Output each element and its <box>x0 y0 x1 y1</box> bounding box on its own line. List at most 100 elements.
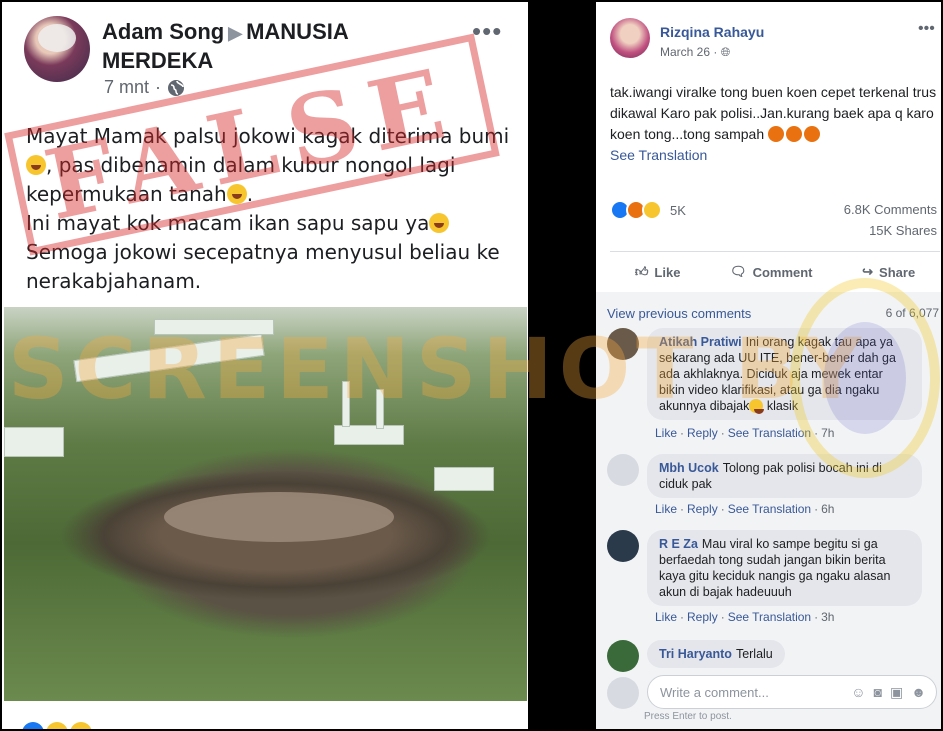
more-options-icon[interactable]: ••• <box>472 16 502 47</box>
sticker-icon[interactable]: ☻ <box>911 684 926 701</box>
comment-icon: 🗨︎ <box>730 264 747 279</box>
grave-photo[interactable] <box>4 307 527 701</box>
comment-translate-link[interactable]: See Translation <box>728 426 811 440</box>
commenter-avatar[interactable] <box>607 640 639 672</box>
post-line: kepermukaan tanah <box>26 182 227 206</box>
dot-separator: · <box>713 45 721 59</box>
haha-reaction-icon <box>642 200 662 220</box>
press-enter-hint: Press Enter to post. <box>644 711 732 722</box>
grave-marker <box>154 319 274 335</box>
comment-placeholder: Write a comment... <box>660 685 769 700</box>
comment-bubble: Atikah Pratiwi Ini orang kagak tau apa ya… <box>647 328 922 420</box>
comment-button[interactable]: 🗨︎ Comment <box>730 264 812 280</box>
grave-marker <box>342 381 350 427</box>
author-avatar[interactable] <box>24 16 90 82</box>
comment-like-link[interactable]: Like <box>655 426 677 440</box>
gif-icon[interactable]: ▣ <box>890 684 903 701</box>
laughing-emoji-icon <box>26 155 46 175</box>
post-date[interactable]: March 26 <box>660 45 710 59</box>
post-text: Mayat Mamak palsu jokowi kagak diterima … <box>26 122 521 296</box>
write-comment-row: Write a comment... ☺ ◙ ▣ ☻ <box>607 675 937 713</box>
globe-icon: 🌐︎ <box>720 45 731 59</box>
shares-count[interactable]: 15K Shares <box>869 223 937 238</box>
emoji-picker-icon[interactable]: ☺ <box>851 684 865 701</box>
comment-bubble: Tri Haryanto Terlalu <box>647 640 785 668</box>
wow-reaction-icon <box>70 722 92 729</box>
like-reaction-icon <box>22 722 44 729</box>
thumbs-up-icon: 👍︎ <box>634 264 649 279</box>
grave-marker <box>334 425 404 445</box>
share-button[interactable]: ↪ Share <box>862 264 915 280</box>
like-button[interactable]: 👍︎ Like <box>635 264 681 280</box>
post-header: Adam Song ▶ MANUSIA MERDEKA <box>102 18 462 75</box>
current-user-avatar <box>607 677 639 709</box>
arrow-right-icon: ▶ <box>228 23 243 43</box>
laughing-emoji-icon <box>226 184 247 204</box>
post-text: tak.iwangi viralke tong buen koen cepet … <box>610 82 940 166</box>
post-line: , pas dibenamin dalam kubur nongol lagi <box>46 153 456 177</box>
author-name[interactable]: Rizqina Rahayu <box>660 24 764 40</box>
comment-text-tail: klasik <box>763 399 799 413</box>
author-avatar[interactable] <box>610 18 650 58</box>
post-time[interactable]: 7 mnt <box>104 77 149 98</box>
comment-label: Comment <box>752 264 813 280</box>
dot-separator: · <box>155 77 162 97</box>
comment-like-link[interactable]: Like <box>655 502 677 516</box>
post-meta: 7 mnt · <box>104 77 185 98</box>
comment-reply-link[interactable]: Reply <box>687 610 718 624</box>
angry-emoji-icon <box>768 126 784 142</box>
reaction-summary[interactable]: 5K <box>610 200 686 220</box>
grave-marker <box>376 389 384 429</box>
grave-marker <box>73 333 265 383</box>
comment-input[interactable]: Write a comment... ☺ ◙ ▣ ☻ <box>647 675 937 709</box>
left-post-screenshot: Adam Song ▶ MANUSIA MERDEKA ••• 7 mnt · Ma… <box>2 2 528 729</box>
comments-section: View previous comments 6 of 6,077 Atikah… <box>596 292 941 729</box>
share-icon: ↪ <box>862 264 874 279</box>
post-meta: March 26 · 🌐︎ <box>660 45 730 60</box>
right-post-screenshot: Rizqina Rahayu March 26 · 🌐︎ ••• tak.iwa… <box>596 2 941 729</box>
post-line: nerakabjahanam. <box>26 269 202 293</box>
post-line: Ini mayat kok macam ikan sapu sapu ya <box>26 211 430 235</box>
author-name[interactable]: Adam Song <box>102 19 224 44</box>
comment-time[interactable]: 3h <box>821 610 834 624</box>
comment-reply-link[interactable]: Reply <box>687 426 718 440</box>
comment-like-link[interactable]: Like <box>655 610 677 624</box>
comment-actions: Like · Reply · See Translation · 6h <box>655 502 835 516</box>
comments-count[interactable]: 6.8K Comments <box>844 202 937 217</box>
commenter-avatar[interactable] <box>607 530 639 562</box>
comment-text: Terlalu <box>735 647 773 661</box>
globe-icon <box>168 79 185 96</box>
commenter-name[interactable]: R E Za <box>659 537 698 551</box>
camera-icon[interactable]: ◙ <box>874 684 882 701</box>
laughing-emoji-icon <box>749 399 765 414</box>
commenter-name[interactable]: Atikah Pratiwi <box>659 335 742 349</box>
more-options-icon[interactable]: ••• <box>918 20 935 38</box>
reaction-icons[interactable] <box>22 722 92 729</box>
comment-time[interactable]: 7h <box>821 426 834 440</box>
grave-marker <box>4 427 64 457</box>
haha-reaction-icon <box>46 722 68 729</box>
view-previous-comments-link[interactable]: View previous comments <box>607 306 751 321</box>
reaction-count[interactable]: 5K <box>670 203 686 218</box>
comment-time[interactable]: 6h <box>821 502 834 516</box>
angry-emoji-icon <box>804 126 820 142</box>
share-label: Share <box>879 264 916 280</box>
commenter-avatar[interactable] <box>607 328 639 360</box>
comment-input-icons: ☺ ◙ ▣ ☻ <box>851 684 926 701</box>
comment-actions: Like · Reply · See Translation · 7h <box>655 426 835 440</box>
comment-reply-link[interactable]: Reply <box>687 502 718 516</box>
action-bar: 👍︎ Like 🗨︎ Comment ↪ Share <box>610 251 940 293</box>
corpse-shape <box>164 492 394 542</box>
comment-translate-link[interactable]: See Translation <box>728 610 811 624</box>
post-line: . <box>246 182 254 206</box>
like-label: Like <box>654 264 681 280</box>
comment-actions: Like · Reply · See Translation · 3h <box>655 610 835 624</box>
comment-page-info: 6 of 6,077 <box>885 306 939 320</box>
commenter-avatar[interactable] <box>607 454 639 486</box>
post-line: Semoga jokowi secepatnya menyusul beliau… <box>26 240 500 264</box>
commenter-name[interactable]: Tri Haryanto <box>659 647 732 661</box>
comment-translate-link[interactable]: See Translation <box>728 502 811 516</box>
comment-bubble: R E Za Mau viral ko sampe begitu si ga be… <box>647 530 922 606</box>
commenter-name[interactable]: Mbh Ucok <box>659 461 719 475</box>
see-translation-link[interactable]: See Translation <box>610 145 940 166</box>
